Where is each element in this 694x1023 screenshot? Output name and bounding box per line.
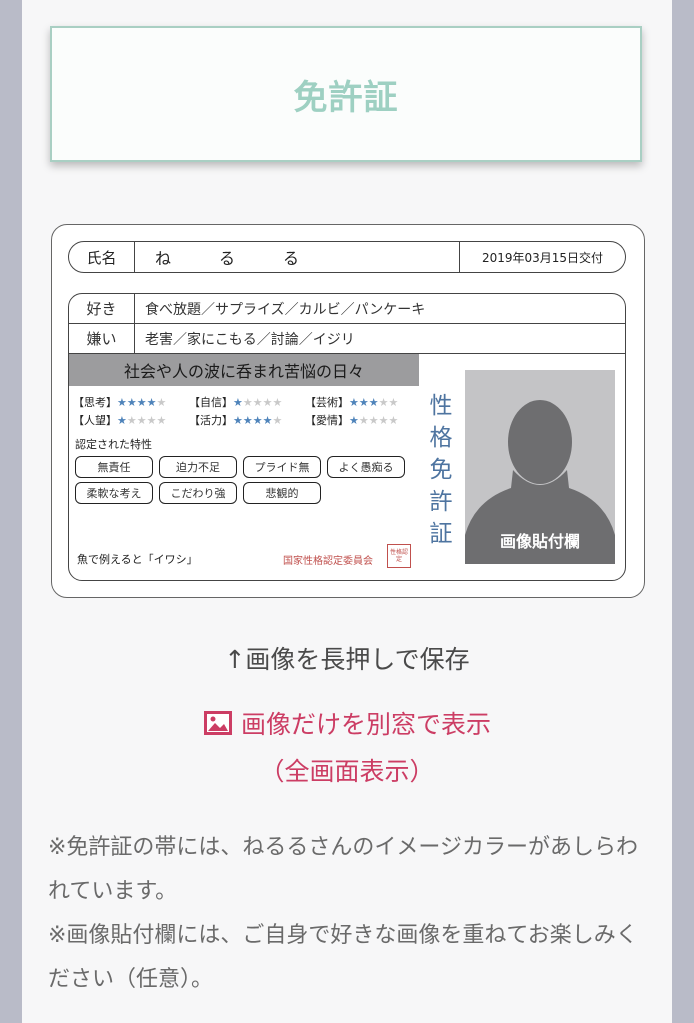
license-body: 好き 食べ放題／サプライズ／カルビ／パンケーキ 嫌い 老害／家にこもる／討論／イ… — [68, 293, 626, 581]
page: 免許証 氏名 ねるる 2019年03月15日交付 好き 食べ放題／サプライズ／カ… — [22, 0, 672, 1023]
star-rating: ★★★★ — [117, 396, 157, 409]
param-item: 【芸術】★★★★★ — [305, 396, 399, 409]
seal-stamp: 性格認定 — [387, 544, 411, 568]
dislike-label: 嫌い — [69, 324, 135, 353]
dislike-row: 嫌い 老害／家にこもる／討論／イジリ — [69, 324, 625, 354]
issue-date: 2019年03月15日交付 — [459, 242, 625, 272]
open-image-link[interactable]: 画像だけを別窓で表示 — [22, 705, 672, 741]
save-hint: ↑画像を長押しで保存 — [224, 645, 470, 674]
like-label: 好き — [69, 294, 135, 323]
param-item: 【愛情】★★★★★ — [305, 414, 399, 427]
name-value: ねるる — [155, 249, 348, 268]
license-card[interactable]: 氏名 ねるる 2019年03月15日交付 好き 食べ放題／サプライズ／カルビ／パ… — [51, 224, 645, 598]
star-rating: ★ — [117, 414, 127, 427]
committee-name: 国家性格認定委員会 — [283, 556, 373, 567]
note-band-color: ※免許証の帯には、ねるるさんのイメージカラーがあしらわれています。 — [48, 835, 638, 904]
trait-heading: 認定された特性 — [75, 438, 152, 451]
note-photo-area: ※画像貼付欄には、ご自身で好きな画像を重ねてお楽しみください（任意）。 — [48, 923, 638, 992]
page-title: 免許証 — [293, 77, 399, 118]
star-rating: ★ — [349, 414, 359, 427]
param-item: 【自信】★★★★★ — [189, 396, 283, 409]
like-row: 好き 食べ放題／サプライズ／カルビ／パンケーキ — [69, 294, 625, 324]
fullscreen-link[interactable]: （全画面表示） — [22, 752, 672, 788]
trait-list: 無責任 迫力不足 プライド無 よく愚痴る 柔軟な考え こだわり強 悲観的 — [75, 456, 415, 504]
param-item: 【思考】★★★★★ — [73, 396, 167, 409]
param-item: 【活力】★★★★★ — [189, 414, 283, 427]
trait-badge: 柔軟な考え — [75, 482, 153, 504]
trait-badge: 無責任 — [75, 456, 153, 478]
name-label: 氏名 — [69, 242, 135, 272]
trait-badge: 迫力不足 — [159, 456, 237, 478]
open-image-label[interactable]: 画像だけを別窓で表示 — [241, 705, 491, 741]
param-list: 【思考】★★★★★ 【自信】★★★★★ 【芸術】★★★★★ 【人望】★★★★★ … — [73, 394, 421, 430]
photo-area: 画像貼付欄 — [465, 370, 615, 564]
header-box: 免許証 — [50, 26, 642, 162]
trait-badge: プライド無 — [243, 456, 321, 478]
star-rating: ★★★★ — [233, 414, 273, 427]
color-band: 社会や人の波に呑まれ苦悩の日々 — [69, 354, 419, 386]
image-icon — [203, 711, 232, 735]
fish-text: 魚で例えると「イワシ」 — [77, 553, 198, 566]
star-rating: ★ — [233, 396, 243, 409]
trait-badge: 悲観的 — [243, 482, 321, 504]
trait-badge: こだわり強 — [159, 482, 237, 504]
vertical-title: 性格免許証 — [429, 393, 453, 547]
trait-badge: よく愚痴る — [327, 456, 405, 478]
param-item: 【人望】★★★★★ — [73, 414, 167, 427]
name-row: 氏名 ねるる 2019年03月15日交付 — [68, 241, 626, 273]
dislike-value: 老害／家にこもる／討論／イジリ — [145, 331, 355, 348]
star-rating: ★★★ — [349, 396, 379, 409]
photo-label: 画像貼付欄 — [499, 532, 580, 551]
like-value: 食べ放題／サプライズ／カルビ／パンケーキ — [145, 301, 426, 318]
